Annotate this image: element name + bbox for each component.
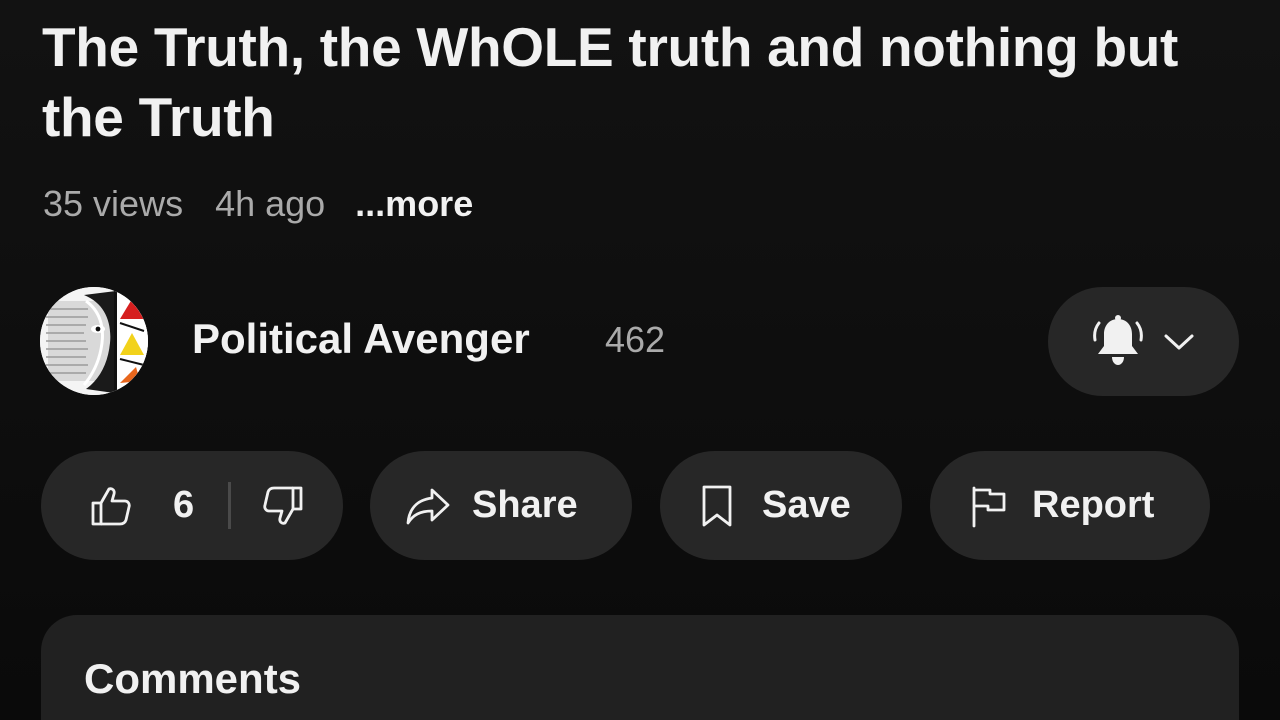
video-meta: 35 views 4h ago ...more [43,182,473,226]
comments-panel[interactable]: Comments [41,615,1239,720]
save-button[interactable]: Save [660,451,902,560]
report-button[interactable]: Report [930,451,1210,560]
channel-row: Political Avenger 462 [40,287,1240,397]
action-bar: 6 Share Save Report [41,451,1241,560]
share-label: Share [472,484,578,526]
save-label: Save [762,484,851,526]
comments-title: Comments [84,655,302,702]
video-details-page: The Truth, the WhOLE truth and nothing b… [0,0,1280,720]
subscriber-count: 462 [605,319,666,360]
thumbs-up-icon [89,484,133,528]
channel-avatar-icon[interactable] [40,287,148,395]
notification-settings-button[interactable] [1048,287,1239,396]
channel-name[interactable]: Political Avenger [192,315,530,363]
chevron-down-icon [1163,332,1195,352]
upload-age: 4h ago [215,183,326,224]
dislike-button[interactable] [261,451,305,560]
report-label: Report [1032,484,1155,526]
like-button[interactable]: 6 [89,451,194,560]
video-title: The Truth, the WhOLE truth and nothing b… [42,16,1179,148]
flag-icon [970,484,1008,528]
share-arrow-icon [404,486,452,526]
like-divider [228,482,231,529]
bell-icon [1092,314,1143,369]
thumbs-down-icon [261,484,305,528]
share-button[interactable]: Share [370,451,632,560]
bookmark-icon [700,484,734,528]
like-count: 6 [173,484,195,526]
view-count: 35 views [43,183,184,224]
like-dislike-group: 6 [41,451,343,560]
more-description-link[interactable]: ...more [355,183,473,225]
